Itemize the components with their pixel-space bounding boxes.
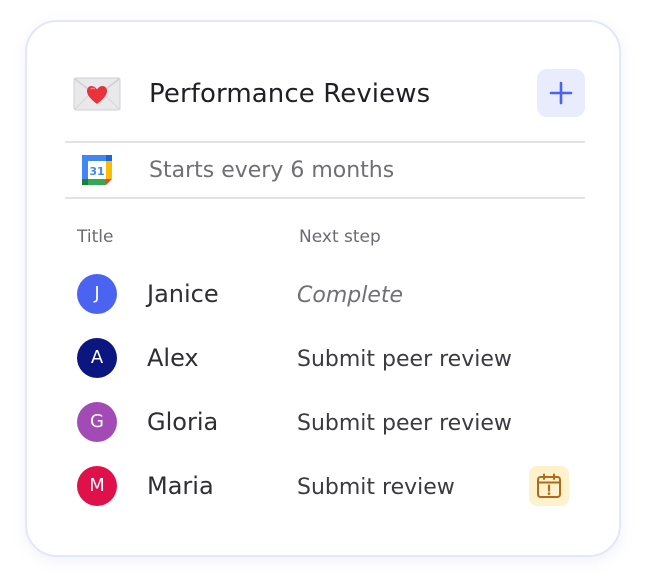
plus-icon [549, 81, 573, 105]
card-title: Performance Reviews [149, 79, 431, 109]
envelope-heart-icon [73, 77, 121, 111]
person-name: Gloria [147, 408, 219, 436]
table-row[interactable]: A Alex Submit peer review [27, 326, 619, 390]
table-row[interactable]: J Janice Complete [27, 262, 619, 326]
column-header-title: Title [77, 227, 114, 247]
divider [65, 197, 585, 199]
avatar: J [77, 274, 117, 314]
table-row[interactable]: G Gloria Submit peer review [27, 390, 619, 454]
next-step: Complete [297, 283, 404, 308]
avatar: A [77, 338, 117, 378]
person-name: Maria [147, 472, 214, 500]
card-header: Performance Reviews [27, 22, 619, 142]
next-step: Submit review [297, 475, 455, 500]
avatar: M [77, 466, 117, 506]
calendar-alert-icon[interactable] [529, 466, 569, 506]
add-button[interactable] [537, 69, 585, 117]
calendar-31-icon: 31 [82, 155, 112, 185]
avatar: G [77, 402, 117, 442]
table-row[interactable]: M Maria Submit review [27, 454, 619, 518]
column-header-next-step: Next step [299, 227, 381, 247]
schedule-text: Starts every 6 months [149, 158, 395, 183]
next-step: Submit peer review [297, 411, 512, 436]
next-step: Submit peer review [297, 347, 512, 372]
divider [65, 141, 585, 143]
person-name: Alex [147, 344, 199, 372]
person-name: Janice [147, 280, 219, 308]
performance-reviews-card: Performance Reviews 31 Starts every 6 mo… [25, 20, 621, 557]
svg-text:31: 31 [89, 165, 104, 178]
